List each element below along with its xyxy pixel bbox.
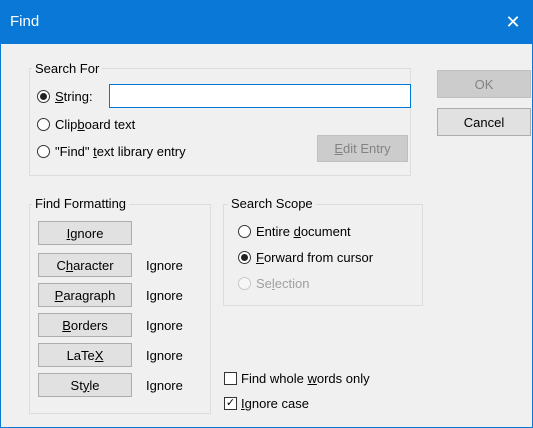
cancel-button[interactable]: Cancel — [437, 108, 531, 136]
style-button-label: Style — [70, 377, 100, 393]
paragraph-button[interactable]: Paragraph — [38, 283, 132, 307]
close-button[interactable]: ✕ — [493, 0, 533, 44]
borders-button[interactable]: Borders — [38, 313, 132, 337]
style-status: Ignore — [146, 378, 183, 393]
ok-button[interactable]: OK — [437, 70, 531, 98]
ignore-formatting-label: Ignore — [66, 225, 104, 241]
paragraph-button-label: Paragraph — [54, 287, 116, 303]
character-status: Ignore — [146, 258, 183, 273]
window-title: Find — [10, 13, 40, 30]
borders-status: Ignore — [146, 318, 183, 333]
character-button[interactable]: Character — [38, 253, 132, 277]
edit-entry-label: Edit Entry — [334, 141, 391, 156]
ignore-formatting-button[interactable]: Ignore — [38, 221, 132, 245]
radio-unselected-indicator — [238, 225, 251, 238]
latex-button-label: LaTeX — [66, 347, 104, 363]
string-radio[interactable]: String: — [37, 89, 93, 104]
find-formatting-label: Find Formatting — [32, 196, 130, 211]
string-radio-label: String: — [55, 89, 93, 104]
selection-radio[interactable]: Selection — [238, 276, 310, 291]
clipboard-text-label: Clipboard text — [55, 117, 136, 132]
cancel-label: Cancel — [463, 114, 505, 130]
latex-status: Ignore — [146, 348, 183, 363]
character-button-label: Character — [56, 257, 114, 273]
whole-words-checkbox[interactable]: Find whole words only — [224, 371, 370, 386]
latex-button[interactable]: LaTeX — [38, 343, 132, 367]
radio-selected-indicator — [238, 251, 251, 264]
radio-unselected-indicator — [238, 277, 251, 290]
paragraph-status: Ignore — [146, 288, 183, 303]
edit-entry-button[interactable]: Edit Entry — [317, 135, 408, 162]
ignore-case-label: Ignore case — [241, 396, 309, 411]
title-bar[interactable]: Find ✕ — [0, 0, 533, 44]
style-button[interactable]: Style — [38, 373, 132, 397]
checkmark-icon: ✓ — [224, 397, 237, 410]
close-icon: ✕ — [505, 11, 521, 32]
dialog-body: Search For String: Clipboard text "Find"… — [0, 44, 533, 428]
search-for-label: Search For — [32, 61, 103, 76]
forward-from-cursor-radio[interactable]: Forward from cursor — [238, 250, 373, 265]
selection-label: Selection — [256, 276, 310, 291]
radio-unselected-indicator — [37, 118, 50, 131]
find-dialog: Find ✕ Search For String: Clipboard text… — [0, 0, 533, 428]
library-entry-label: "Find" text library entry — [55, 144, 186, 159]
ok-label: OK — [474, 76, 494, 92]
radio-unselected-indicator — [37, 145, 50, 158]
checkbox-unchecked-indicator — [224, 372, 237, 385]
entire-document-radio[interactable]: Entire document — [238, 224, 351, 239]
search-scope-label: Search Scope — [228, 196, 316, 211]
clipboard-text-radio[interactable]: Clipboard text — [37, 117, 135, 132]
entire-document-label: Entire document — [256, 224, 351, 239]
whole-words-label: Find whole words only — [241, 371, 370, 386]
forward-from-cursor-label: Forward from cursor — [256, 250, 374, 265]
library-entry-radio[interactable]: "Find" text library entry — [37, 144, 186, 159]
radio-selected-indicator — [37, 90, 50, 103]
ignore-case-checkbox[interactable]: ✓ Ignore case — [224, 396, 309, 411]
search-string-input[interactable] — [109, 84, 411, 108]
borders-button-label: Borders — [62, 317, 108, 333]
